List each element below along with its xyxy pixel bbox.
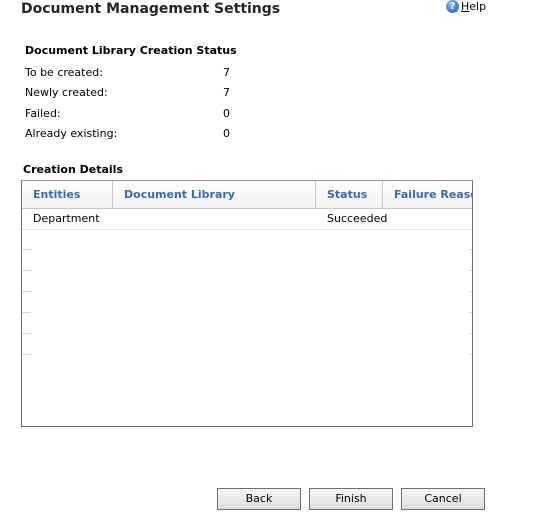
creation-details-grid: Entities Document Library Status Failure… [21, 180, 473, 427]
cell-status: Succeeded [327, 212, 388, 225]
help-question-icon[interactable]: ? [446, 0, 459, 13]
empty-row-divider [469, 312, 472, 313]
empty-row-divider [22, 249, 31, 250]
empty-row-divider [22, 333, 31, 334]
empty-row-divider [22, 291, 31, 292]
column-header-failure-reason[interactable]: Failure Reason [383, 181, 472, 208]
status-label-newly-created: Newly created: [25, 86, 108, 99]
cancel-button[interactable]: Cancel [401, 488, 485, 510]
grid-header: Entities Document Library Status Failure… [22, 181, 472, 209]
empty-row-divider [469, 333, 472, 334]
cancel-button-label[interactable]: Cancel [424, 492, 461, 505]
status-label-failed: Failed: [25, 107, 61, 120]
column-header-document-library[interactable]: Document Library [113, 181, 316, 208]
empty-row-divider [469, 291, 472, 292]
empty-row-divider [22, 270, 31, 271]
help-label[interactable]: Help [461, 0, 486, 13]
status-value-to-be-created: 7 [223, 66, 230, 79]
status-value-already-existing: 0 [223, 127, 230, 140]
empty-row-divider [469, 354, 472, 355]
cell-failure-reason [383, 209, 472, 229]
status-value-failed: 0 [223, 107, 230, 120]
column-header-entities[interactable]: Entities [22, 181, 113, 208]
status-label-to-be-created: To be created: [25, 66, 103, 79]
empty-row-divider [469, 270, 472, 271]
status-label-already-existing: Already existing: [25, 127, 118, 140]
empty-row-divider [22, 312, 31, 313]
finish-button[interactable]: Finish [309, 488, 393, 510]
page-title: Document Management Settings [21, 1, 281, 17]
cell-document-library [113, 209, 316, 229]
cell-entity: Department [33, 212, 100, 225]
empty-row-divider [22, 354, 31, 355]
status-value-newly-created: 7 [223, 86, 230, 99]
help-link[interactable]: ? Help [446, 0, 486, 13]
finish-button-label[interactable]: Finish [335, 492, 366, 505]
column-header-status[interactable]: Status [316, 181, 383, 208]
status-section-heading: Document Library Creation Status [25, 44, 237, 57]
creation-details-heading: Creation Details [23, 163, 123, 176]
back-button-label[interactable]: Back [246, 492, 273, 505]
back-button[interactable]: Back [217, 488, 301, 510]
empty-row-divider [469, 249, 472, 250]
table-row[interactable]: Department Succeeded [22, 209, 472, 230]
